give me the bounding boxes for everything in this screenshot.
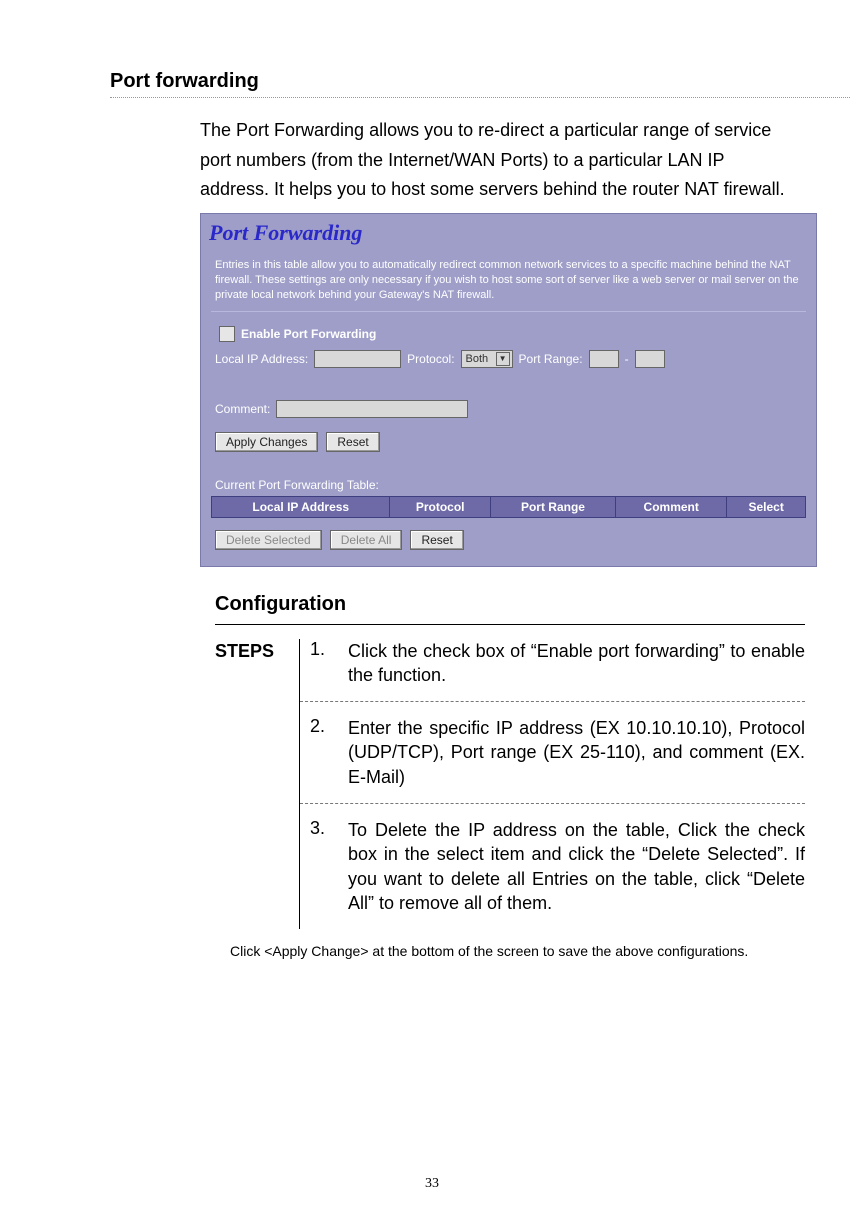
delete-selected-button[interactable]: Delete Selected: [215, 530, 322, 550]
step-number: 2.: [310, 716, 348, 789]
port-from-input[interactable]: [589, 350, 619, 368]
col-range: Port Range: [490, 496, 615, 517]
col-comment: Comment: [616, 496, 727, 517]
step-number: 3.: [310, 818, 348, 915]
section-rule: [110, 97, 850, 98]
protocol-select[interactable]: Both ▼: [461, 350, 513, 368]
list-item: 3. To Delete the IP address on the table…: [300, 804, 805, 929]
page-number: 33: [0, 1176, 864, 1192]
comment-input[interactable]: [276, 400, 468, 418]
table-title: Current Port Forwarding Table:: [201, 456, 816, 496]
panel-heading: Port Forwarding: [201, 214, 816, 252]
port-to-input[interactable]: [635, 350, 665, 368]
configuration-rule: [215, 624, 805, 625]
protocol-label: Protocol:: [407, 352, 454, 366]
comment-label: Comment:: [215, 402, 270, 416]
configuration-heading: Configuration: [215, 593, 824, 616]
ip-input[interactable]: [314, 350, 401, 368]
col-protocol: Protocol: [390, 496, 490, 517]
steps-list: 1. Click the check box of “Enable port f…: [300, 639, 805, 930]
port-forwarding-panel: Port Forwarding Entries in this table al…: [200, 213, 817, 567]
section-title: Port forwarding: [110, 70, 824, 93]
panel-description: Entries in this table allow you to autom…: [201, 252, 816, 311]
step-text: To Delete the IP address on the table, C…: [348, 818, 805, 915]
table-header-row: Local IP Address Protocol Port Range Com…: [212, 496, 806, 517]
col-ip: Local IP Address: [212, 496, 390, 517]
step-text: Click the check box of “Enable port forw…: [348, 639, 805, 688]
list-item: 2. Enter the specific IP address (EX 10.…: [300, 702, 805, 804]
reset-button[interactable]: Reset: [326, 432, 379, 452]
portrange-label: Port Range:: [519, 352, 583, 366]
enable-label: Enable Port Forwarding: [241, 327, 376, 341]
col-select: Select: [727, 496, 806, 517]
footnote: Click <Apply Change> at the bottom of th…: [230, 943, 784, 959]
chevron-down-icon: ▼: [496, 352, 510, 366]
list-item: 1. Click the check box of “Enable port f…: [300, 639, 805, 703]
port-forwarding-table: Local IP Address Protocol Port Range Com…: [211, 496, 806, 518]
apply-changes-button[interactable]: Apply Changes: [215, 432, 318, 452]
reset-table-button[interactable]: Reset: [410, 530, 463, 550]
portrange-sep: -: [625, 352, 629, 366]
enable-checkbox[interactable]: [219, 326, 235, 342]
step-number: 1.: [310, 639, 348, 688]
protocol-value: Both: [466, 353, 489, 365]
step-text: Enter the specific IP address (EX 10.10.…: [348, 716, 805, 789]
section-intro: The Port Forwarding allows you to re-dir…: [200, 116, 794, 205]
steps-label: STEPS: [215, 639, 300, 930]
delete-all-button[interactable]: Delete All: [330, 530, 403, 550]
ip-label: Local IP Address:: [215, 352, 308, 366]
